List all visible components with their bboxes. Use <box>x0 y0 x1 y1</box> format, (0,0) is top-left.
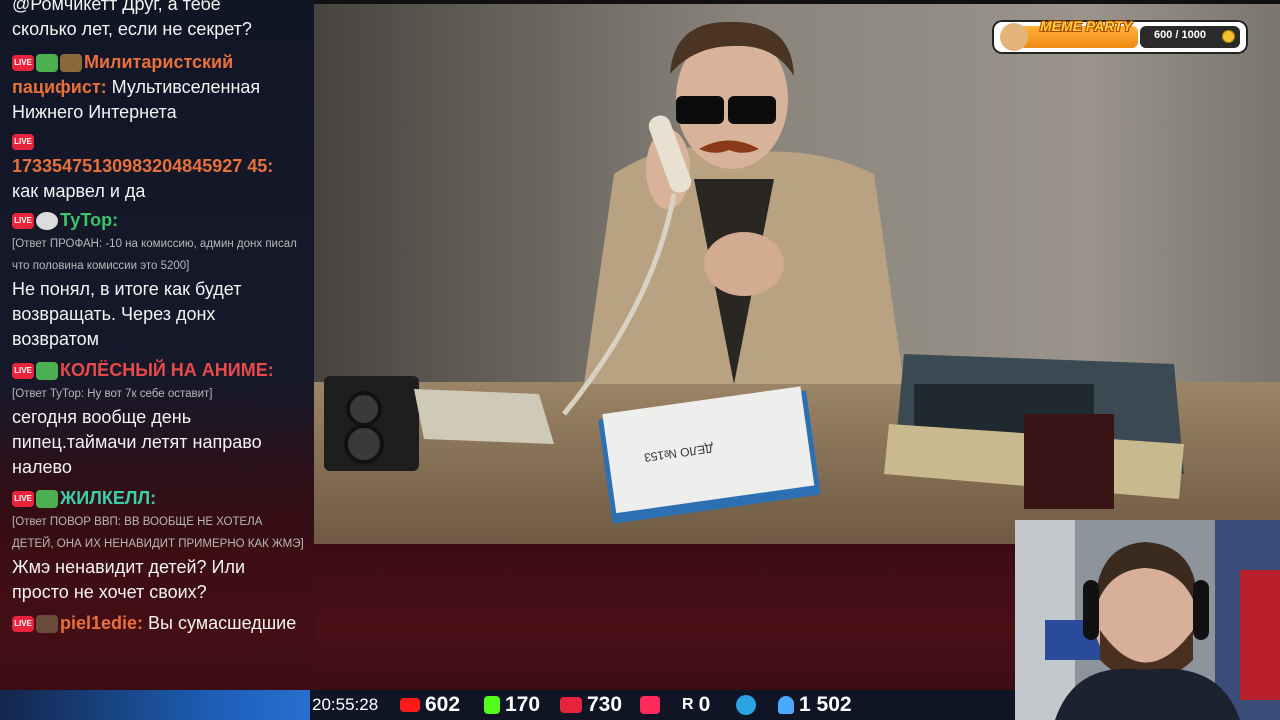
live-badge-icon: LIVE <box>12 491 34 508</box>
chat-message-partial: @Ромчикетт Друг, а тебе сколько лет, есл… <box>0 0 314 42</box>
meme-party-progress: 600 / 1000 <box>1154 29 1206 41</box>
chat-text: @Ромчикетт Друг, а тебе <box>12 0 221 14</box>
vklive-stat: 730 <box>560 690 622 720</box>
chat-text: Вы сумасшедшие <box>148 613 297 633</box>
rutube-count: 0 <box>698 693 711 716</box>
webcam-scene <box>1015 520 1280 720</box>
chat-nick[interactable]: piel1edie: <box>60 613 143 633</box>
emote-icon <box>36 212 58 231</box>
youtube-stat: 602 <box>400 690 460 720</box>
emote-icon <box>36 490 58 509</box>
headphones-icon <box>1083 580 1099 640</box>
emote-icon <box>36 54 58 73</box>
chat-message: LIVE piel1edie: Вы сумасшедшие <box>0 611 314 636</box>
coin-icon <box>1222 30 1235 43</box>
vklive-count: 730 <box>587 693 623 716</box>
phone-base <box>414 389 554 444</box>
live-badge-icon: LIVE <box>12 616 34 633</box>
chat-message: LIVE Милитаристский пацифист: Мультивселе… <box>0 50 314 125</box>
webcam-overlay <box>1015 520 1280 720</box>
rutube-stat: R 0 <box>682 690 710 720</box>
viewers-stat: 1 502 <box>778 690 852 720</box>
chat-text: Не понял, в итоге как будет возвращать. … <box>12 279 242 349</box>
chat-panel: @Ромчикетт Друг, а тебе сколько лет, есл… <box>0 0 314 690</box>
chat-message: LIVE ЖИЛКЕЛЛ: [Ответ ПОВОР ВВП: ВВ ВООБЩЕ… <box>0 486 314 605</box>
red-book <box>1024 414 1114 509</box>
gesturing-hand <box>704 232 784 296</box>
live-badge-icon: LIVE <box>12 55 34 72</box>
meme-party-widget: MEME PARTY 600 / 1000 <box>992 18 1248 54</box>
vk-live-icon <box>560 697 582 713</box>
youtube-count: 602 <box>425 693 461 716</box>
chat-reply: [Ответ ТуТор: Ну вот 7к себе оставит] <box>12 388 213 400</box>
chat-text: Жмэ ненавидит детей? Или просто не хочет… <box>12 557 246 602</box>
main-video[interactable]: ДЕЛО №153 <box>314 4 1280 544</box>
chat-nick[interactable]: КОЛЁСНЫЙ НА АНИМЕ: <box>60 360 274 380</box>
youtube-icon <box>400 698 420 712</box>
meme-party-title: MEME PARTY <box>1040 18 1133 34</box>
chat-text: как марвел и да <box>12 181 146 201</box>
kick-icon <box>484 696 500 714</box>
live-badge-icon: LIVE <box>12 213 34 230</box>
emote-icon <box>60 54 82 73</box>
doge-icon <box>1000 23 1028 51</box>
sunglasses-right <box>728 96 776 124</box>
sunglasses-left <box>676 96 724 124</box>
chat-nick[interactable]: ЖИЛКЕЛЛ: <box>60 488 156 508</box>
chat-nick[interactable]: ТуТор: <box>60 210 118 230</box>
play-icon <box>640 696 660 714</box>
chat-text: сегодня вообще день пипец.таймачи летят … <box>12 407 262 477</box>
play-stat <box>640 690 665 720</box>
chat-text: сколько лет, если не секрет? <box>12 19 252 39</box>
rutube-icon: R <box>682 696 694 713</box>
telegram-stat <box>736 690 761 720</box>
chat-reply: [Ответ ПОВОР ВВП: ВВ ВООБЩЕ НЕ ХОТЕЛА ДЕ… <box>12 516 304 550</box>
user-icon <box>778 696 794 714</box>
chat-message: LIVE ТуТор: [Ответ ПРОФАН: -10 на комисси… <box>0 208 314 352</box>
chat-nick[interactable]: 17335475130983204845927 45: <box>12 156 273 176</box>
chat-message: LIVE 17335475130983204845927 45: как мар… <box>0 129 314 204</box>
emote-icon <box>36 362 58 381</box>
video-scene: ДЕЛО №153 <box>314 4 1280 544</box>
status-bar-accent <box>0 690 310 720</box>
emote-icon <box>36 615 58 634</box>
kick-stat: 170 <box>484 690 540 720</box>
live-badge-icon: LIVE <box>12 134 34 151</box>
live-badge-icon: LIVE <box>12 363 34 380</box>
telegram-icon <box>736 695 756 715</box>
kick-count: 170 <box>505 693 541 716</box>
viewers-count: 1 502 <box>799 693 852 716</box>
chat-reply: [Ответ ПРОФАН: -10 на комиссию, админ до… <box>12 238 297 272</box>
chat-message: LIVE КОЛЁСНЫЙ НА АНИМЕ: [Ответ ТуТор: Ну … <box>0 358 314 480</box>
clock-time: 20:55:28 <box>312 695 379 714</box>
